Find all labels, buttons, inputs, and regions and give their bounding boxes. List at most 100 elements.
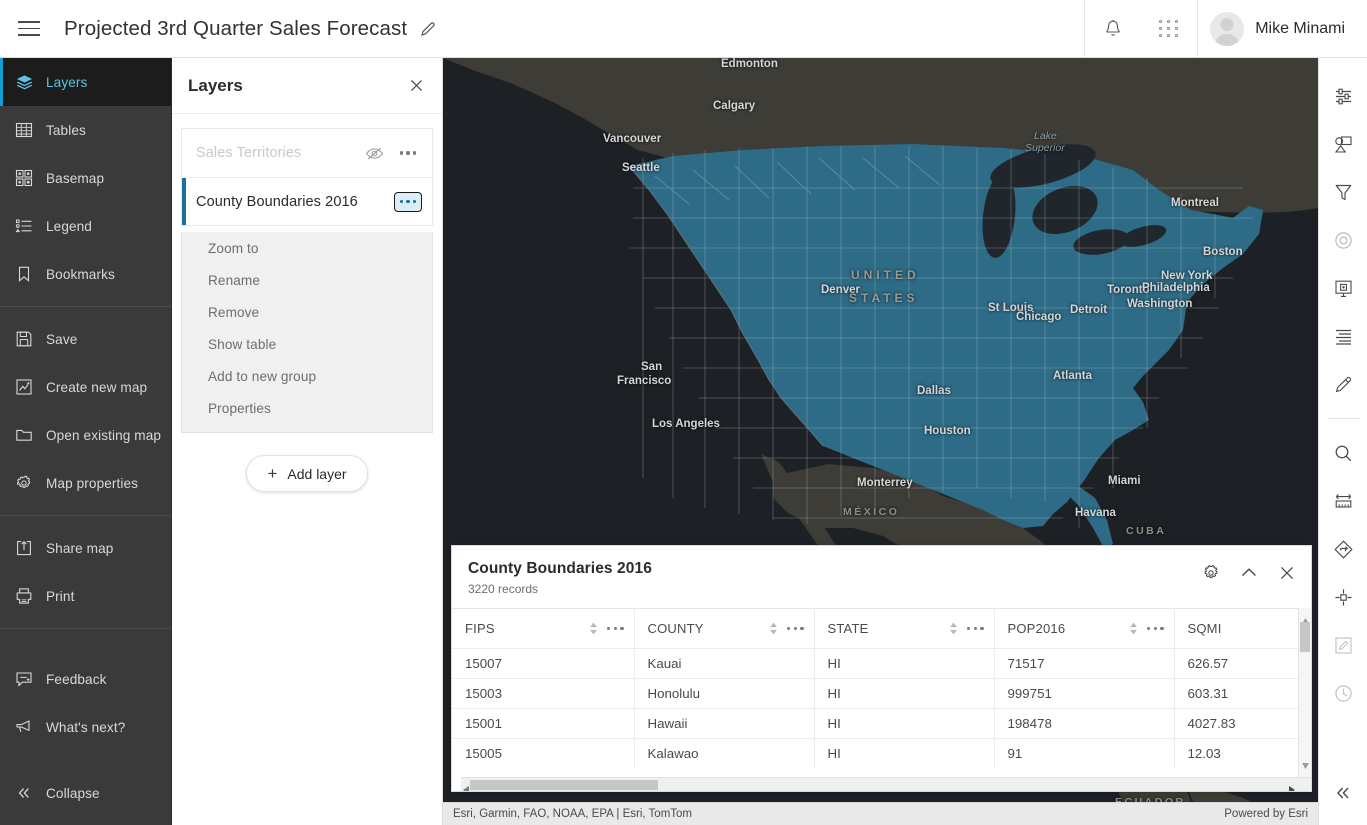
double-chevron-left-icon[interactable] <box>1319 769 1367 817</box>
layer-options-button-active[interactable] <box>394 192 422 212</box>
column-header-fips[interactable]: FIPS <box>452 609 634 649</box>
pencil-icon[interactable] <box>419 20 437 38</box>
table-row[interactable]: 15001 Hawaii HI 198478 4027.83 <box>452 709 1298 739</box>
sort-icon[interactable] <box>1129 622 1138 635</box>
sidebar-item-bookmarks[interactable]: Bookmarks <box>0 250 171 298</box>
crosshair-icon[interactable] <box>1319 573 1367 621</box>
column-header-state[interactable]: STATE <box>814 609 994 649</box>
sidebar-item-label: Map properties <box>46 476 138 491</box>
eye-hidden-icon[interactable] <box>365 146 384 161</box>
gear-icon[interactable] <box>1201 563 1221 583</box>
table-vertical-scrollbar[interactable] <box>1298 608 1311 777</box>
pencil-edit-icon[interactable] <box>1319 360 1367 408</box>
sidebar-item-label: Bookmarks <box>46 267 115 282</box>
markup-icon[interactable] <box>1319 621 1367 669</box>
close-icon[interactable] <box>407 76 426 95</box>
layer-row-sales-territories[interactable]: Sales Territories <box>182 129 432 177</box>
column-menu-icon[interactable] <box>967 627 984 630</box>
filter-icon[interactable] <box>1319 168 1367 216</box>
column-header-pop2016[interactable]: POP2016 <box>994 609 1174 649</box>
cell-sqmi: 4027.83 <box>1174 709 1298 739</box>
cell-county: Hawaii <box>634 709 814 739</box>
history-icon[interactable] <box>1319 669 1367 717</box>
layer-options-button[interactable] <box>394 143 422 163</box>
chart-icon[interactable] <box>1319 264 1367 312</box>
sidebar-item-map-properties[interactable]: Map properties <box>0 459 171 507</box>
sidebar-item-collapse[interactable]: Collapse <box>0 769 171 817</box>
column-menu-icon[interactable] <box>607 627 624 630</box>
sketch-icon[interactable] <box>1319 120 1367 168</box>
right-toolbar <box>1318 58 1367 825</box>
avatar[interactable] <box>1210 12 1244 46</box>
directions-icon[interactable] <box>1319 525 1367 573</box>
table-header-row: FIPS COUNTY <box>452 609 1298 649</box>
sidebar-item-save[interactable]: Save <box>0 315 171 363</box>
table-horizontal-scrollbar[interactable] <box>461 777 1311 791</box>
table-row[interactable]: 15007 Kauai HI 71517 626.57 <box>452 649 1298 679</box>
scroll-right-arrow-icon[interactable] <box>1289 781 1295 791</box>
sidebar-item-label: Print <box>46 589 74 604</box>
sidebar-item-label: Create new map <box>46 380 147 395</box>
sidebar-item-share-map[interactable]: Share map <box>0 524 171 572</box>
sidebar-item-feedback[interactable]: Feedback <box>0 655 171 703</box>
bell-icon[interactable] <box>1085 0 1141 57</box>
app-grid-icon[interactable] <box>1141 0 1197 57</box>
sort-icon[interactable] <box>769 622 778 635</box>
menu-item-remove[interactable]: Remove <box>182 296 432 328</box>
double-chevron-left-icon <box>14 783 34 803</box>
left-sidebar: Layers Tables Basemap Legend Bookmarks <box>0 58 172 825</box>
legend-icon <box>14 216 34 236</box>
divider <box>1327 418 1360 419</box>
powered-by-label: Powered by Esri <box>1224 808 1308 820</box>
attribute-table-actions <box>1201 560 1297 584</box>
menu-item-zoom-to[interactable]: Zoom to <box>182 232 432 264</box>
column-menu-icon[interactable] <box>1147 627 1164 630</box>
cell-pop2016: 91 <box>994 739 1174 769</box>
close-icon[interactable] <box>1277 563 1297 583</box>
measure-icon[interactable] <box>1319 477 1367 525</box>
cell-pop2016: 198478 <box>994 709 1174 739</box>
hamburger-icon[interactable] <box>0 0 58 57</box>
sort-icon[interactable] <box>589 622 598 635</box>
sidebar-item-open-existing-map[interactable]: Open existing map <box>0 411 171 459</box>
plus-icon: + <box>267 465 277 482</box>
sidebar-item-create-new-map[interactable]: Create new map <box>0 363 171 411</box>
feedback-icon <box>14 669 34 689</box>
sidebar-item-legend[interactable]: Legend <box>0 202 171 250</box>
sliders-icon[interactable] <box>1319 72 1367 120</box>
add-layer-wrap: + Add layer <box>181 455 433 492</box>
sort-icon[interactable] <box>949 622 958 635</box>
sidebar-item-tables[interactable]: Tables <box>0 106 171 154</box>
username-label[interactable]: Mike Minami <box>1255 20 1345 38</box>
spacer <box>0 751 171 769</box>
list-icon[interactable] <box>1319 312 1367 360</box>
scroll-thumb[interactable] <box>1300 622 1310 652</box>
cell-pop2016: 999751 <box>994 679 1174 709</box>
layer-name: Sales Territories <box>196 145 301 161</box>
column-menu-icon[interactable] <box>787 627 804 630</box>
add-layer-button[interactable]: + Add layer <box>246 455 367 492</box>
column-header-sqmi[interactable]: SQMI <box>1174 609 1298 649</box>
menu-item-rename[interactable]: Rename <box>182 264 432 296</box>
target-icon[interactable] <box>1319 216 1367 264</box>
gear-icon <box>14 473 34 493</box>
chevron-up-icon[interactable] <box>1238 562 1260 584</box>
sidebar-item-basemap[interactable]: Basemap <box>0 154 171 202</box>
layer-row-county-boundaries-2016[interactable]: County Boundaries 2016 <box>182 177 432 225</box>
scroll-thumb[interactable] <box>470 780 658 790</box>
menu-item-properties[interactable]: Properties <box>182 392 432 424</box>
sidebar-item-whats-next[interactable]: What's next? <box>0 703 171 751</box>
menu-item-add-to-new-group[interactable]: Add to new group <box>182 360 432 392</box>
menu-item-show-table[interactable]: Show table <box>182 328 432 360</box>
sidebar-item-layers[interactable]: Layers <box>0 58 171 106</box>
table-row[interactable]: 15005 Kalawao HI 91 12.03 <box>452 739 1298 769</box>
topbar-right-group: Mike Minami <box>1084 0 1367 57</box>
column-header-county[interactable]: COUNTY <box>634 609 814 649</box>
page-title: Projected 3rd Quarter Sales Forecast <box>64 17 407 41</box>
sidebar-item-label: Collapse <box>46 786 100 801</box>
search-icon[interactable] <box>1319 429 1367 477</box>
scroll-left-arrow-icon[interactable] <box>463 781 469 791</box>
sidebar-item-print[interactable]: Print <box>0 572 171 620</box>
scroll-down-arrow-icon[interactable] <box>1302 756 1309 774</box>
table-row[interactable]: 15003 Honolulu HI 999751 603.31 <box>452 679 1298 709</box>
